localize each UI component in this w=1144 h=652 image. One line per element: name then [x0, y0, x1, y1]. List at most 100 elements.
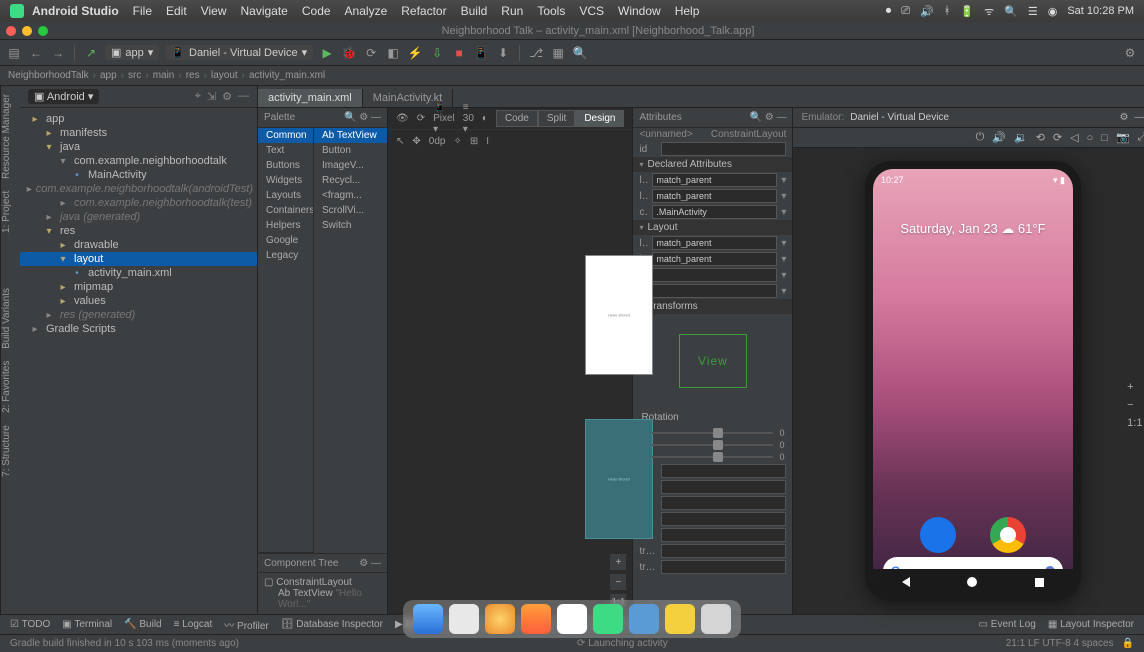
- palette-categories[interactable]: CommonTextButtonsWidgetsLayoutsContainer…: [258, 128, 313, 553]
- bottom-build[interactable]: 🔨 Build: [124, 619, 161, 630]
- attr-section-transforms[interactable]: Transforms: [633, 299, 792, 314]
- emu-hide-icon[interactable]: —: [1134, 112, 1144, 123]
- dropdown-icon[interactable]: ▾: [781, 207, 786, 218]
- menu-vcs[interactable]: VCS: [579, 4, 604, 18]
- crumb-1[interactable]: app: [100, 70, 117, 81]
- select-icon[interactable]: ↖: [396, 136, 404, 147]
- tree-item[interactable]: •activity_main.xml: [20, 266, 257, 280]
- tree-item[interactable]: ▸com.example.neighborhoodtalk (test): [20, 196, 257, 210]
- nav-back-icon[interactable]: [902, 577, 910, 587]
- design-preview-light[interactable]: Hello World!: [586, 256, 652, 374]
- dock-finder-icon[interactable]: [413, 604, 443, 634]
- sdk-icon[interactable]: ⬇: [495, 45, 511, 61]
- emu-power-icon[interactable]: ⏻: [976, 131, 985, 144]
- nav-home-icon[interactable]: [967, 577, 977, 587]
- structure-icon[interactable]: ▦: [550, 45, 566, 61]
- slider-thumb[interactable]: [713, 452, 723, 462]
- wifi-icon[interactable]: ᯤ: [984, 4, 994, 19]
- wand-icon[interactable]: ✧: [453, 136, 461, 147]
- emu-screenshot-icon[interactable]: 📷: [1116, 131, 1130, 144]
- attr-input[interactable]: [652, 236, 777, 250]
- tree-item[interactable]: ▾com.example.neighborhoodtalk: [20, 154, 257, 168]
- menu-tools[interactable]: Tools: [537, 4, 565, 18]
- emu-volup-icon[interactable]: 🔊: [992, 131, 1006, 144]
- hide-panel-icon[interactable]: —: [238, 90, 249, 103]
- record-icon[interactable]: ⏺: [886, 5, 892, 18]
- palette-item[interactable]: Button: [314, 143, 387, 158]
- zoom-out-icon[interactable]: −: [610, 574, 626, 590]
- tree-item[interactable]: ▸Gradle Scripts: [20, 322, 257, 336]
- attr-input[interactable]: [661, 528, 786, 542]
- menu-code[interactable]: Code: [302, 4, 331, 18]
- component-tree[interactable]: ▢ ConstraintLayout Ab TextView "Hello Wo…: [258, 573, 387, 614]
- tree-item[interactable]: ▾res: [20, 224, 257, 238]
- apply-code-icon[interactable]: ⇩: [429, 45, 445, 61]
- crumb-2[interactable]: src: [128, 70, 141, 81]
- attr-search-icon[interactable]: 🔍: [749, 112, 761, 123]
- palette-search-icon[interactable]: 🔍: [344, 112, 356, 123]
- attr-input[interactable]: [661, 560, 786, 574]
- design-preview-blueprint[interactable]: Hello World!: [586, 420, 652, 538]
- view-design[interactable]: Design: [575, 110, 624, 127]
- attr-input[interactable]: [652, 284, 777, 298]
- pan-icon[interactable]: ✥: [412, 136, 420, 147]
- theme-picker[interactable]: ◐: [482, 113, 488, 124]
- device-selector[interactable]: 📱 Daniel - Virtual Device ▾: [165, 45, 313, 60]
- palette-hide-icon[interactable]: —: [371, 112, 381, 123]
- panel-gear-icon[interactable]: ⚙: [222, 90, 232, 103]
- screen-icon[interactable]: ⎚: [901, 5, 910, 18]
- emu-zoom-in-icon[interactable]: +: [1127, 381, 1142, 393]
- crumb-5[interactable]: layout: [211, 70, 238, 81]
- make-icon[interactable]: ↗: [83, 45, 99, 61]
- profile-icon[interactable]: ◧: [385, 45, 401, 61]
- device-picker[interactable]: 📱 Pixel ▾: [433, 102, 455, 135]
- run-icon[interactable]: ▶: [319, 45, 335, 61]
- siri-icon[interactable]: ◉: [1048, 5, 1058, 18]
- tree-item[interactable]: ▸res (generated): [20, 308, 257, 322]
- tree-item[interactable]: ▾layout: [20, 252, 257, 266]
- app-name[interactable]: Android Studio: [32, 4, 119, 18]
- palette-item[interactable]: Recycl...: [314, 173, 387, 188]
- dropdown-icon[interactable]: ▾: [781, 238, 786, 249]
- tree-item[interactable]: •MainActivity: [20, 168, 257, 182]
- attr-section-layout[interactable]: Layout: [633, 220, 792, 235]
- menu-run[interactable]: Run: [501, 4, 523, 18]
- tree-item[interactable]: ▸values: [20, 294, 257, 308]
- module-selector[interactable]: ▣ app ▾: [105, 45, 159, 60]
- emulator-screen[interactable]: 10:27 ▾ ▮ Saturday, Jan 23 ☁ 61°F G: [873, 169, 1073, 593]
- attr-id-input[interactable]: [661, 142, 786, 156]
- attr-input[interactable]: [661, 480, 786, 494]
- slider-thumb[interactable]: [713, 440, 723, 450]
- project-view-selector[interactable]: ▣ Android ▾: [28, 89, 99, 104]
- palette-category[interactable]: Google: [258, 233, 313, 248]
- emu-home-icon[interactable]: ○: [1087, 132, 1094, 144]
- palette-item[interactable]: Ab TextView: [314, 128, 387, 143]
- slider-track[interactable]: [652, 444, 773, 446]
- tree-item[interactable]: ▸drawable: [20, 238, 257, 252]
- palette-category[interactable]: Legacy: [258, 248, 313, 263]
- palette-item[interactable]: ImageV...: [314, 158, 387, 173]
- traffic-lights[interactable]: [6, 26, 48, 36]
- attr-input[interactable]: [652, 189, 777, 203]
- dock-settings-icon[interactable]: [449, 604, 479, 634]
- apply-changes-icon[interactable]: ⚡: [407, 45, 423, 61]
- project-tree[interactable]: ▸app▸manifests▾java▾com.example.neighbor…: [20, 108, 257, 614]
- comp-tree-gear-icon[interactable]: ⚙: [359, 558, 368, 569]
- palette-category[interactable]: Widgets: [258, 173, 313, 188]
- attr-input[interactable]: [661, 496, 786, 510]
- emu-overview-icon[interactable]: □: [1101, 132, 1108, 144]
- tree-item[interactable]: ▸manifests: [20, 126, 257, 140]
- back-icon[interactable]: ←: [28, 45, 44, 61]
- bottom-terminal[interactable]: ▣ Terminal: [62, 619, 112, 630]
- eye-icon[interactable]: 👁: [396, 113, 409, 124]
- dock-firefox-icon[interactable]: [521, 604, 551, 634]
- emu-rotright-icon[interactable]: ⟳: [1053, 131, 1062, 144]
- palette-category[interactable]: Text: [258, 143, 313, 158]
- attr-input[interactable]: [661, 544, 786, 558]
- dropdown-icon[interactable]: ▾: [781, 270, 786, 281]
- comp-root[interactable]: ▢ ConstraintLayout: [264, 577, 381, 588]
- dropdown-icon[interactable]: ▾: [781, 191, 786, 202]
- crumb-0[interactable]: NeighborhoodTalk: [8, 70, 89, 81]
- slider-track[interactable]: [652, 432, 773, 434]
- emu-back-icon[interactable]: ◁: [1070, 131, 1078, 144]
